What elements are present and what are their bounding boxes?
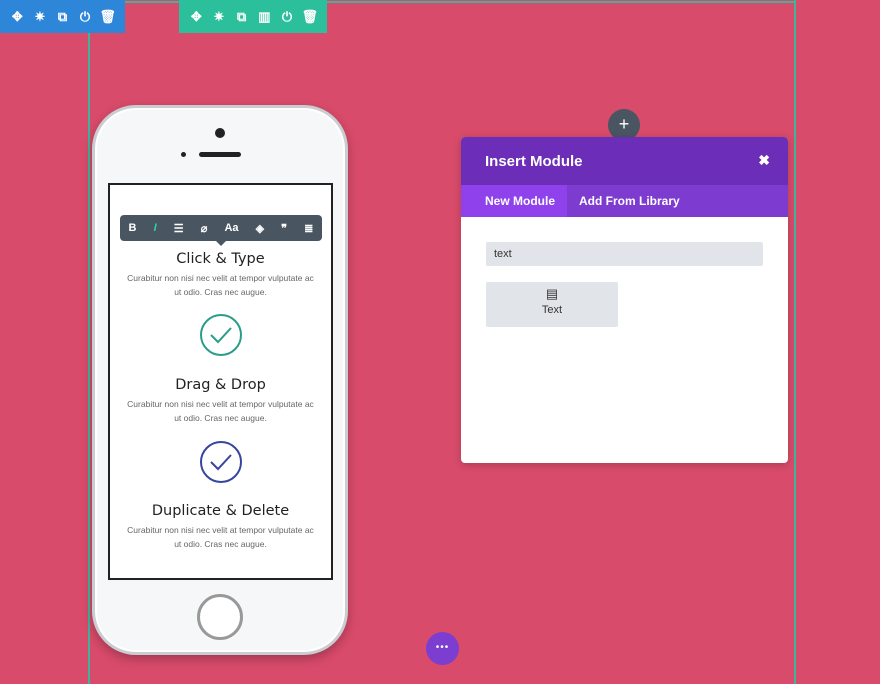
checkmark-icon xyxy=(200,314,242,356)
trash-icon[interactable]: 🗑 xyxy=(96,9,119,25)
feature-title[interactable]: Drag & Drop xyxy=(110,377,331,393)
checkmark-icon xyxy=(200,441,242,483)
feature-drag-drop: Drag & Drop Curabitur non nisi nec velit… xyxy=(110,377,331,425)
text-module-button[interactable]: ▤ Text xyxy=(486,282,618,327)
gear-icon[interactable]: ✷ xyxy=(29,9,52,25)
insert-module-modal: Insert Module ✖ New Module Add From Libr… xyxy=(461,137,788,463)
move-icon[interactable]: ✥ xyxy=(185,9,208,25)
modal-title: Insert Module xyxy=(485,153,583,170)
trash-icon[interactable]: 🗑 xyxy=(298,9,321,25)
section-border-right xyxy=(794,0,796,684)
link-button[interactable]: ⌀ xyxy=(201,222,208,235)
feature-click-type: Click & Type Curabitur non nisi nec veli… xyxy=(110,251,331,299)
section-toolbar: ✥ ✷ ⧉ ⏻ 🗑 xyxy=(0,0,125,33)
phone-camera xyxy=(215,128,225,138)
tab-new-module[interactable]: New Module xyxy=(461,185,568,217)
more-options-button[interactable]: ••• xyxy=(426,632,459,665)
quote-button[interactable]: ❞ xyxy=(281,222,287,235)
gear-icon[interactable]: ✷ xyxy=(208,9,231,25)
phone-home-button xyxy=(197,594,243,640)
tab-add-from-library[interactable]: Add From Library xyxy=(567,185,692,217)
feature-text[interactable]: Curabitur non nisi nec velit at tempor v… xyxy=(110,271,331,299)
power-icon[interactable]: ⏻ xyxy=(276,9,299,25)
text-color-button[interactable]: ◈ xyxy=(256,222,264,235)
bold-button[interactable]: B xyxy=(129,222,137,234)
columns-icon[interactable]: ▥ xyxy=(253,9,276,25)
close-icon[interactable]: ✖ xyxy=(758,152,770,169)
duplicate-icon[interactable]: ⧉ xyxy=(51,9,74,25)
duplicate-icon[interactable]: ⧉ xyxy=(230,9,253,25)
feature-duplicate-delete: Duplicate & Delete Curabitur non nisi ne… xyxy=(110,503,331,551)
phone-sensor xyxy=(181,152,186,157)
text-format-toolbar: B I ☰ ⌀ Aa ◈ ❞ ≣ xyxy=(120,215,322,246)
phone-speaker xyxy=(199,152,241,157)
font-size-button[interactable]: Aa xyxy=(224,222,238,234)
feature-title[interactable]: Click & Type xyxy=(110,251,331,267)
text-module-label: Text xyxy=(541,304,563,316)
align-button[interactable]: ☰ xyxy=(174,222,184,235)
feature-title[interactable]: Duplicate & Delete xyxy=(110,503,331,519)
row-toolbar: ✥ ✷ ⧉ ▥ ⏻ 🗑 xyxy=(179,0,327,33)
feature-text[interactable]: Curabitur non nisi nec velit at tempor v… xyxy=(110,523,331,551)
module-search-input[interactable] xyxy=(486,242,763,266)
text-module-icon: ▤ xyxy=(545,286,559,301)
section-border-left xyxy=(88,0,90,684)
power-icon[interactable]: ⏻ xyxy=(74,9,97,25)
feature-text[interactable]: Curabitur non nisi nec velit at tempor v… xyxy=(110,397,331,425)
list-button[interactable]: ≣ xyxy=(304,222,313,235)
italic-button[interactable]: I xyxy=(154,222,157,234)
move-icon[interactable]: ✥ xyxy=(6,9,29,25)
